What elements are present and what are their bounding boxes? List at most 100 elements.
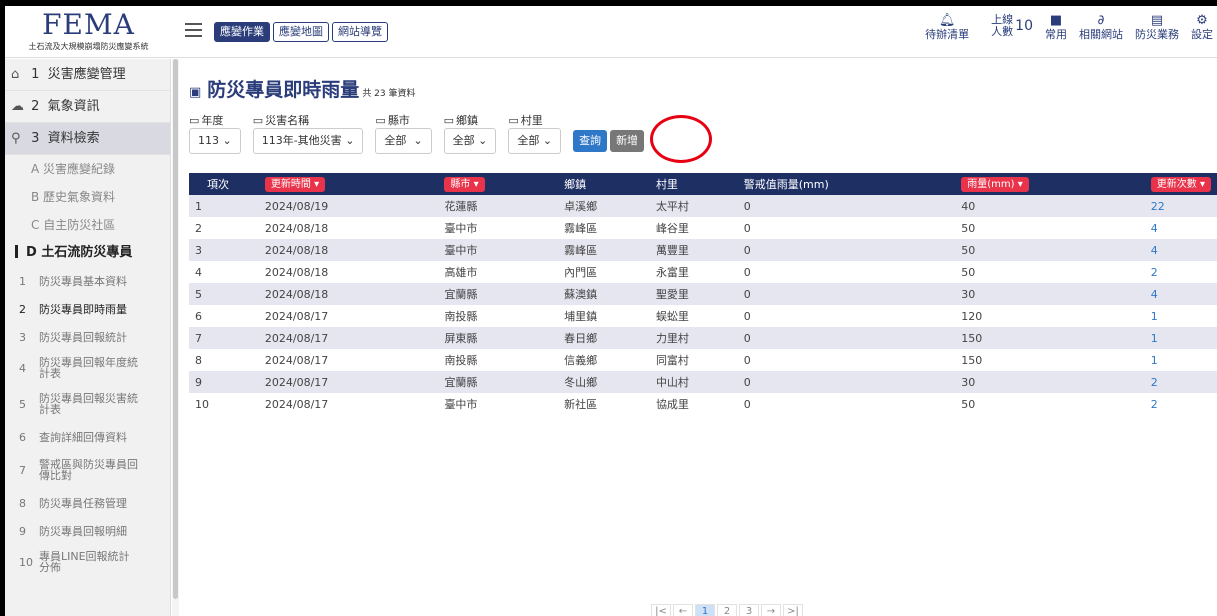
table-cell: 臺中市 bbox=[444, 398, 478, 411]
disaster-business-button[interactable]: ▤ 防災業務 bbox=[1135, 14, 1179, 42]
search-icon: ⚲ bbox=[11, 131, 21, 146]
update-count-link[interactable]: 2 bbox=[1145, 393, 1217, 415]
sidebar-sub-weather-history[interactable]: B 歷史氣象資料 bbox=[5, 183, 170, 211]
update-count-link[interactable]: 4 bbox=[1145, 239, 1217, 261]
update-count-link[interactable]: 1 bbox=[1145, 327, 1217, 349]
table-cell: 2024/08/18 bbox=[264, 221, 329, 235]
rainfall-table: 項次 更新時間 ▾ 縣市 ▾ 鄉鎮 村里 警戒值雨量(mm) 雨量(mm) ▾ … bbox=[189, 173, 1217, 415]
col-county[interactable]: 縣市 ▾ bbox=[438, 173, 558, 195]
update-count-link[interactable]: 1 bbox=[1145, 349, 1217, 371]
sidebar-leaf-10[interactable]: 10 專員LINE回報統計分佈 bbox=[5, 545, 170, 579]
prev-page-button[interactable]: ← bbox=[673, 604, 693, 616]
sidebar-leaf-3[interactable]: 3 防災專員回報統計 bbox=[5, 323, 170, 351]
sidebar-scroll-thumb[interactable] bbox=[173, 59, 178, 599]
bell-icon: 🔔︎ bbox=[938, 13, 956, 28]
table-cell: 30 bbox=[961, 287, 976, 301]
favorites-button[interactable]: ■ 常用 bbox=[1045, 14, 1067, 42]
sidebar-item-data-search[interactable]: ⚲ 3 資料檢索 bbox=[5, 123, 170, 155]
table-cell: 50 bbox=[961, 243, 976, 257]
sidebar-sub-response-records[interactable]: A 災害應變紀錄 bbox=[5, 155, 170, 183]
update-count-link[interactable]: 4 bbox=[1145, 283, 1217, 305]
table-cell: 埔里鎮 bbox=[564, 310, 598, 323]
table-cell: 0 bbox=[743, 221, 751, 235]
table-cell: 南投縣 bbox=[444, 354, 478, 367]
next-page-button[interactable]: → bbox=[761, 604, 781, 616]
county-select[interactable]: 全部 ⌄ bbox=[375, 128, 432, 154]
table-cell: 0 bbox=[743, 199, 751, 213]
table-cell: 高雄市 bbox=[444, 266, 478, 279]
table-row: 3 2024/08/18 臺中市 霧峰區 萬豐里 0 50 4 bbox=[189, 239, 1217, 261]
sidebar-leaf-6[interactable]: 6 查詢詳細回傳資料 bbox=[5, 423, 170, 451]
sidebar-leaf-1[interactable]: 1 防災專員基本資料 bbox=[5, 267, 170, 295]
sort-county: 縣市 ▾ bbox=[444, 176, 485, 192]
table-cell: 50 bbox=[961, 265, 976, 279]
table-cell: 30 bbox=[961, 375, 976, 389]
update-count-link[interactable]: 22 bbox=[1145, 195, 1217, 217]
online-users: 上線 人數 10 bbox=[991, 13, 1033, 38]
page-3-button[interactable]: 3 bbox=[739, 604, 759, 616]
first-page-button[interactable]: |< bbox=[651, 604, 671, 616]
tag-icon: ▭ bbox=[252, 114, 264, 127]
year-select[interactable]: 113 ⌄ bbox=[189, 128, 241, 154]
filter-year: ▭ 年度 113 ⌄ bbox=[189, 112, 241, 154]
col-rainfall[interactable]: 雨量(mm) ▾ bbox=[955, 173, 1145, 195]
sidebar-leaf-9[interactable]: 9 防災專員回報明細 bbox=[5, 517, 170, 545]
sidebar-section-debris-flow-specialist[interactable]: D 土石流防災專員 bbox=[5, 239, 170, 267]
link-icon: ∂ bbox=[1097, 13, 1105, 28]
update-count-link[interactable]: 2 bbox=[1145, 371, 1217, 393]
app-window: FEMA 土石流及大規模崩塌防災應變系統 應變作業 應變地圖 網站導覽 🔔︎ 待… bbox=[5, 6, 1217, 616]
filter-disaster: ▭ 災害名稱 113年-其他災害 ⌄ bbox=[252, 112, 364, 154]
logo-brand: FEMA bbox=[42, 8, 135, 41]
query-button[interactable]: 查詢 bbox=[573, 130, 608, 152]
table-cell: 協成里 bbox=[655, 398, 689, 411]
tab-response[interactable]: 應變作業 bbox=[214, 22, 270, 42]
table-cell: 春日鄉 bbox=[564, 332, 598, 345]
related-sites-button[interactable]: ∂ 相關網站 bbox=[1079, 13, 1123, 42]
sidebar-leaf-2[interactable]: 2 防災專員即時雨量 bbox=[5, 295, 170, 323]
top-tabs: 應變作業 應變地圖 網站導覽 bbox=[214, 22, 388, 42]
page-2-button[interactable]: 2 bbox=[717, 604, 737, 616]
col-update-time[interactable]: 更新時間 ▾ bbox=[259, 173, 439, 195]
disaster-select[interactable]: 113年-其他災害 ⌄ bbox=[252, 128, 364, 154]
township-select[interactable]: 全部 ⌄ bbox=[443, 128, 497, 154]
table-cell: 臺中市 bbox=[444, 244, 478, 257]
table-cell: 宜蘭縣 bbox=[444, 288, 478, 301]
table-cell: 2024/08/17 bbox=[264, 309, 329, 323]
tab-sitemap[interactable]: 網站導覽 bbox=[332, 22, 388, 42]
sidebar-scrollbar[interactable] bbox=[172, 59, 179, 616]
logo[interactable]: FEMA 土石流及大規模崩塌防災應變系統 bbox=[5, 6, 172, 58]
add-button[interactable]: 新增 bbox=[610, 130, 645, 152]
update-count-link[interactable]: 4 bbox=[1145, 217, 1217, 239]
sidebar-leaf-8[interactable]: 8 防災專員任務管理 bbox=[5, 489, 170, 517]
col-warning-rain: 警戒值雨量(mm) bbox=[743, 178, 829, 191]
sidebar: ⌂ 1 災害應變管理 ☁ 2 氣象資訊 ⚲ 3 資料檢索 A 災害應變紀錄 B … bbox=[5, 59, 171, 616]
table-cell: 卓溪鄉 bbox=[564, 200, 598, 213]
sidebar-sub-community[interactable]: C 自主防災社區 bbox=[5, 211, 170, 239]
settings-button[interactable]: ⚙ 設定 bbox=[1191, 14, 1213, 42]
sidebar-leaf-5[interactable]: 5 防災專員回報災害統計表 bbox=[5, 385, 170, 423]
highlight-circle bbox=[650, 115, 712, 163]
top-right-tools: 🔔︎ 待辦清單 上線 人數 10 ■ 常用 ∂ 相關網站 ▤ 防災業務 ⚙ 設定 bbox=[913, 13, 1217, 42]
sidebar-leaf-7[interactable]: 7 警戒區與防災專員回傳比對 bbox=[5, 451, 170, 489]
sidebar-leaf-4[interactable]: 4 防災專員回報年度統計表 bbox=[5, 351, 170, 385]
table-row: 7 2024/08/17 屏東縣 春日鄉 力里村 0 150 1 bbox=[189, 327, 1217, 349]
table-header-row: 項次 更新時間 ▾ 縣市 ▾ 鄉鎮 村里 警戒值雨量(mm) 雨量(mm) ▾ … bbox=[189, 173, 1217, 195]
table-cell: 2 bbox=[195, 221, 202, 235]
chevron-down-icon: ⌄ bbox=[413, 134, 423, 147]
table-cell: 聖愛里 bbox=[655, 288, 689, 301]
update-count-link[interactable]: 2 bbox=[1145, 261, 1217, 283]
col-update-count[interactable]: 更新次數 ▾ bbox=[1145, 173, 1217, 195]
todo-list-button[interactable]: 🔔︎ 待辦清單 bbox=[925, 13, 969, 42]
table-cell: 3 bbox=[195, 243, 202, 257]
last-page-button[interactable]: >| bbox=[783, 604, 803, 616]
sidebar-item-disaster-management[interactable]: ⌂ 1 災害應變管理 bbox=[5, 59, 170, 91]
table-cell: 0 bbox=[743, 331, 751, 345]
page-1-button[interactable]: 1 bbox=[695, 604, 715, 616]
update-count-link[interactable]: 1 bbox=[1145, 305, 1217, 327]
table-cell: 150 bbox=[961, 331, 983, 345]
hamburger-menu-icon[interactable] bbox=[185, 23, 202, 37]
table-cell: 永富里 bbox=[655, 266, 689, 279]
sidebar-item-weather[interactable]: ☁ 2 氣象資訊 bbox=[5, 91, 170, 123]
village-select[interactable]: 全部 ⌄ bbox=[508, 128, 562, 154]
tab-map[interactable]: 應變地圖 bbox=[273, 22, 329, 42]
